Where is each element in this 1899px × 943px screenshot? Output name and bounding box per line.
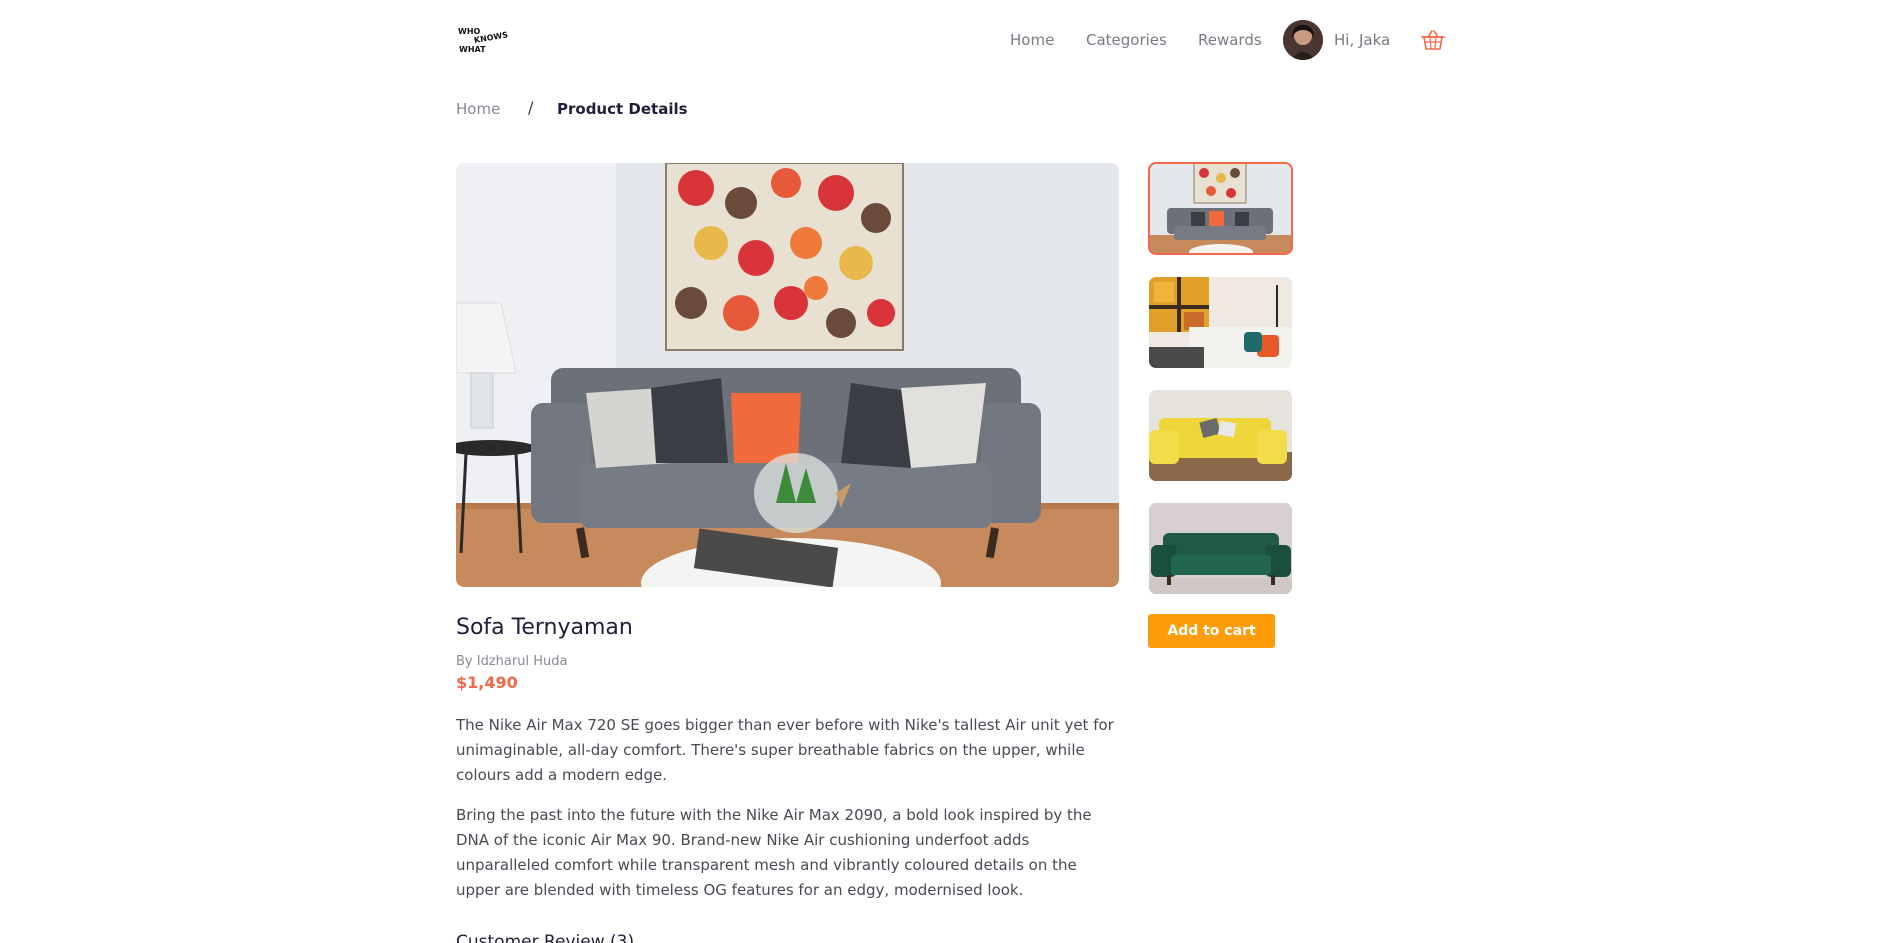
breadcrumb-home-link[interactable]: Home xyxy=(456,100,500,118)
breadcrumb-separator: / xyxy=(528,98,534,117)
user-greeting[interactable]: Hi, Jaka xyxy=(1334,31,1390,49)
product-description-paragraph: Bring the past into the future with the … xyxy=(456,806,1092,899)
product-author: By Idzharul Huda xyxy=(456,654,568,669)
add-to-cart-button[interactable]: Add to cart xyxy=(1148,614,1275,648)
breadcrumb-current: Product Details xyxy=(557,100,688,118)
brand-logo[interactable]: WHO KNOWS WHAT xyxy=(456,24,509,56)
thumbnail-white-sofa[interactable] xyxy=(1149,277,1292,368)
thumbnail-yellow-sofa[interactable] xyxy=(1149,390,1292,481)
cart-basket-icon[interactable] xyxy=(1421,29,1445,51)
thumbnail-gray-sofa[interactable] xyxy=(1148,162,1293,255)
nav-rewards-link[interactable]: Rewards xyxy=(1198,31,1262,49)
customer-review-heading: Customer Review (3) xyxy=(456,932,635,943)
product-price: $1,490 xyxy=(456,673,518,692)
svg-text:WHAT: WHAT xyxy=(459,45,486,54)
product-main-image xyxy=(456,163,1119,587)
user-avatar[interactable] xyxy=(1283,20,1323,60)
nav-categories-link[interactable]: Categories xyxy=(1086,31,1167,49)
product-title: Sofa Ternyaman xyxy=(456,615,633,640)
nav-home-link[interactable]: Home xyxy=(1010,31,1054,49)
thumbnail-green-sofa[interactable] xyxy=(1149,503,1292,594)
product-description-paragraph: The Nike Air Max 720 SE goes bigger than… xyxy=(456,716,1114,784)
